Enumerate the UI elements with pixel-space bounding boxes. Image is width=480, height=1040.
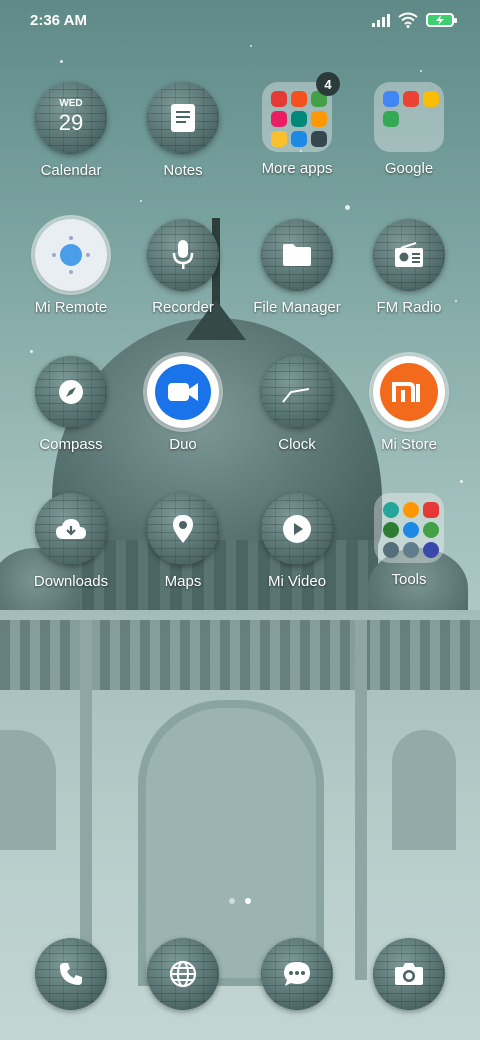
app-mini-icon	[291, 111, 307, 127]
app-mini-icon	[383, 502, 399, 518]
status-bar: 2:36 AM	[0, 0, 480, 42]
app-notes[interactable]: Notes	[128, 82, 238, 179]
wallpaper-arch-left	[0, 730, 56, 850]
download-cloud-icon	[35, 493, 107, 565]
app-label: File Manager	[253, 299, 341, 316]
map-pin-icon	[147, 493, 219, 565]
calendar-weekday: WED	[59, 98, 83, 109]
app-mini-icon	[383, 111, 399, 127]
app-label: Duo	[169, 436, 197, 453]
dock-browser[interactable]	[128, 938, 238, 1010]
wallpaper-facade-band	[0, 620, 480, 690]
notification-badge: 4	[316, 72, 340, 96]
app-mi-video[interactable]: Mi Video	[242, 493, 352, 590]
wallpaper-arch-right	[392, 730, 456, 850]
dock-camera[interactable]	[354, 938, 464, 1010]
battery-icon	[426, 13, 457, 27]
page-dot-active[interactable]	[245, 898, 251, 904]
app-label: Google	[384, 160, 434, 177]
folder-icon	[261, 219, 333, 291]
app-downloads[interactable]: Downloads	[16, 493, 126, 590]
page-dot[interactable]	[229, 898, 235, 904]
app-label: FM Radio	[376, 299, 442, 316]
app-label: Calendar	[40, 162, 102, 179]
app-mini-icon	[311, 131, 327, 147]
app-maps[interactable]: Maps	[128, 493, 238, 590]
microphone-icon	[147, 219, 219, 291]
page-indicator	[0, 898, 480, 904]
play-icon	[261, 493, 333, 565]
calendar-icon: WED 29	[35, 82, 107, 154]
mi-remote-icon	[35, 219, 107, 291]
phone-icon	[35, 938, 107, 1010]
app-mini-icon	[271, 111, 287, 127]
app-mi-remote[interactable]: Mi Remote	[16, 219, 126, 316]
app-file-manager[interactable]: File Manager	[242, 219, 352, 316]
signal-icon	[372, 13, 390, 27]
app-mini-icon	[383, 522, 399, 538]
dock-phone[interactable]	[16, 938, 126, 1010]
browser-icon	[147, 938, 219, 1010]
app-mini-icon	[403, 542, 419, 558]
calendar-date: 29	[58, 110, 84, 135]
folder-more-apps[interactable]: 4 More apps	[242, 72, 352, 177]
app-mini-icon	[423, 522, 439, 538]
app-label: Clock	[278, 436, 316, 453]
app-mini-icon	[403, 522, 419, 538]
app-duo[interactable]: Duo	[128, 356, 238, 453]
app-label: Mi Store	[381, 436, 437, 453]
camera-icon	[373, 938, 445, 1010]
app-label: More apps	[261, 160, 333, 177]
app-label: Recorder	[152, 299, 214, 316]
app-mini-icon	[271, 91, 287, 107]
clock-icon	[261, 356, 333, 428]
app-fm-radio[interactable]: FM Radio	[354, 219, 464, 316]
app-mini-icon	[383, 91, 399, 107]
wallpaper-pillar	[80, 620, 92, 980]
app-label: Tools	[391, 571, 427, 588]
app-label: Mi Video	[267, 573, 327, 590]
app-mi-store[interactable]: Mi Store	[354, 356, 464, 453]
app-label: Mi Remote	[34, 299, 108, 316]
app-mini-icon	[291, 91, 307, 107]
app-label: Compass	[39, 436, 103, 453]
app-mini-icon	[403, 502, 419, 518]
app-mini-icon	[423, 542, 439, 558]
app-calendar[interactable]: WED 29 Calendar	[16, 82, 126, 179]
wifi-icon	[398, 12, 418, 28]
app-mini-icon	[383, 542, 399, 558]
mi-store-icon	[373, 356, 445, 428]
app-mini-icon	[311, 111, 327, 127]
notes-icon	[147, 82, 219, 154]
folder-icon: 4	[262, 72, 340, 152]
app-mini-icon	[423, 91, 439, 107]
app-label: Notes	[163, 162, 203, 179]
radio-icon	[373, 219, 445, 291]
folder-tools[interactable]: Tools	[354, 493, 464, 588]
folder-icon	[374, 82, 444, 152]
app-label: Maps	[164, 573, 202, 590]
folder-google[interactable]: Google	[354, 82, 464, 177]
messages-icon	[261, 938, 333, 1010]
app-clock[interactable]: Clock	[242, 356, 352, 453]
charging-bolt-icon	[436, 15, 444, 25]
app-label: Downloads	[33, 573, 109, 590]
folder-icon	[374, 493, 444, 563]
wallpaper-pillar	[355, 620, 367, 980]
compass-icon	[35, 356, 107, 428]
duo-icon	[147, 356, 219, 428]
status-time: 2:36 AM	[30, 12, 87, 29]
app-mini-icon	[423, 502, 439, 518]
app-mini-icon	[271, 131, 287, 147]
app-mini-icon	[403, 91, 419, 107]
app-mini-icon	[291, 131, 307, 147]
app-compass[interactable]: Compass	[16, 356, 126, 453]
app-recorder[interactable]: Recorder	[128, 219, 238, 316]
system-icons	[372, 12, 457, 28]
dock-messages[interactable]	[242, 938, 352, 1010]
